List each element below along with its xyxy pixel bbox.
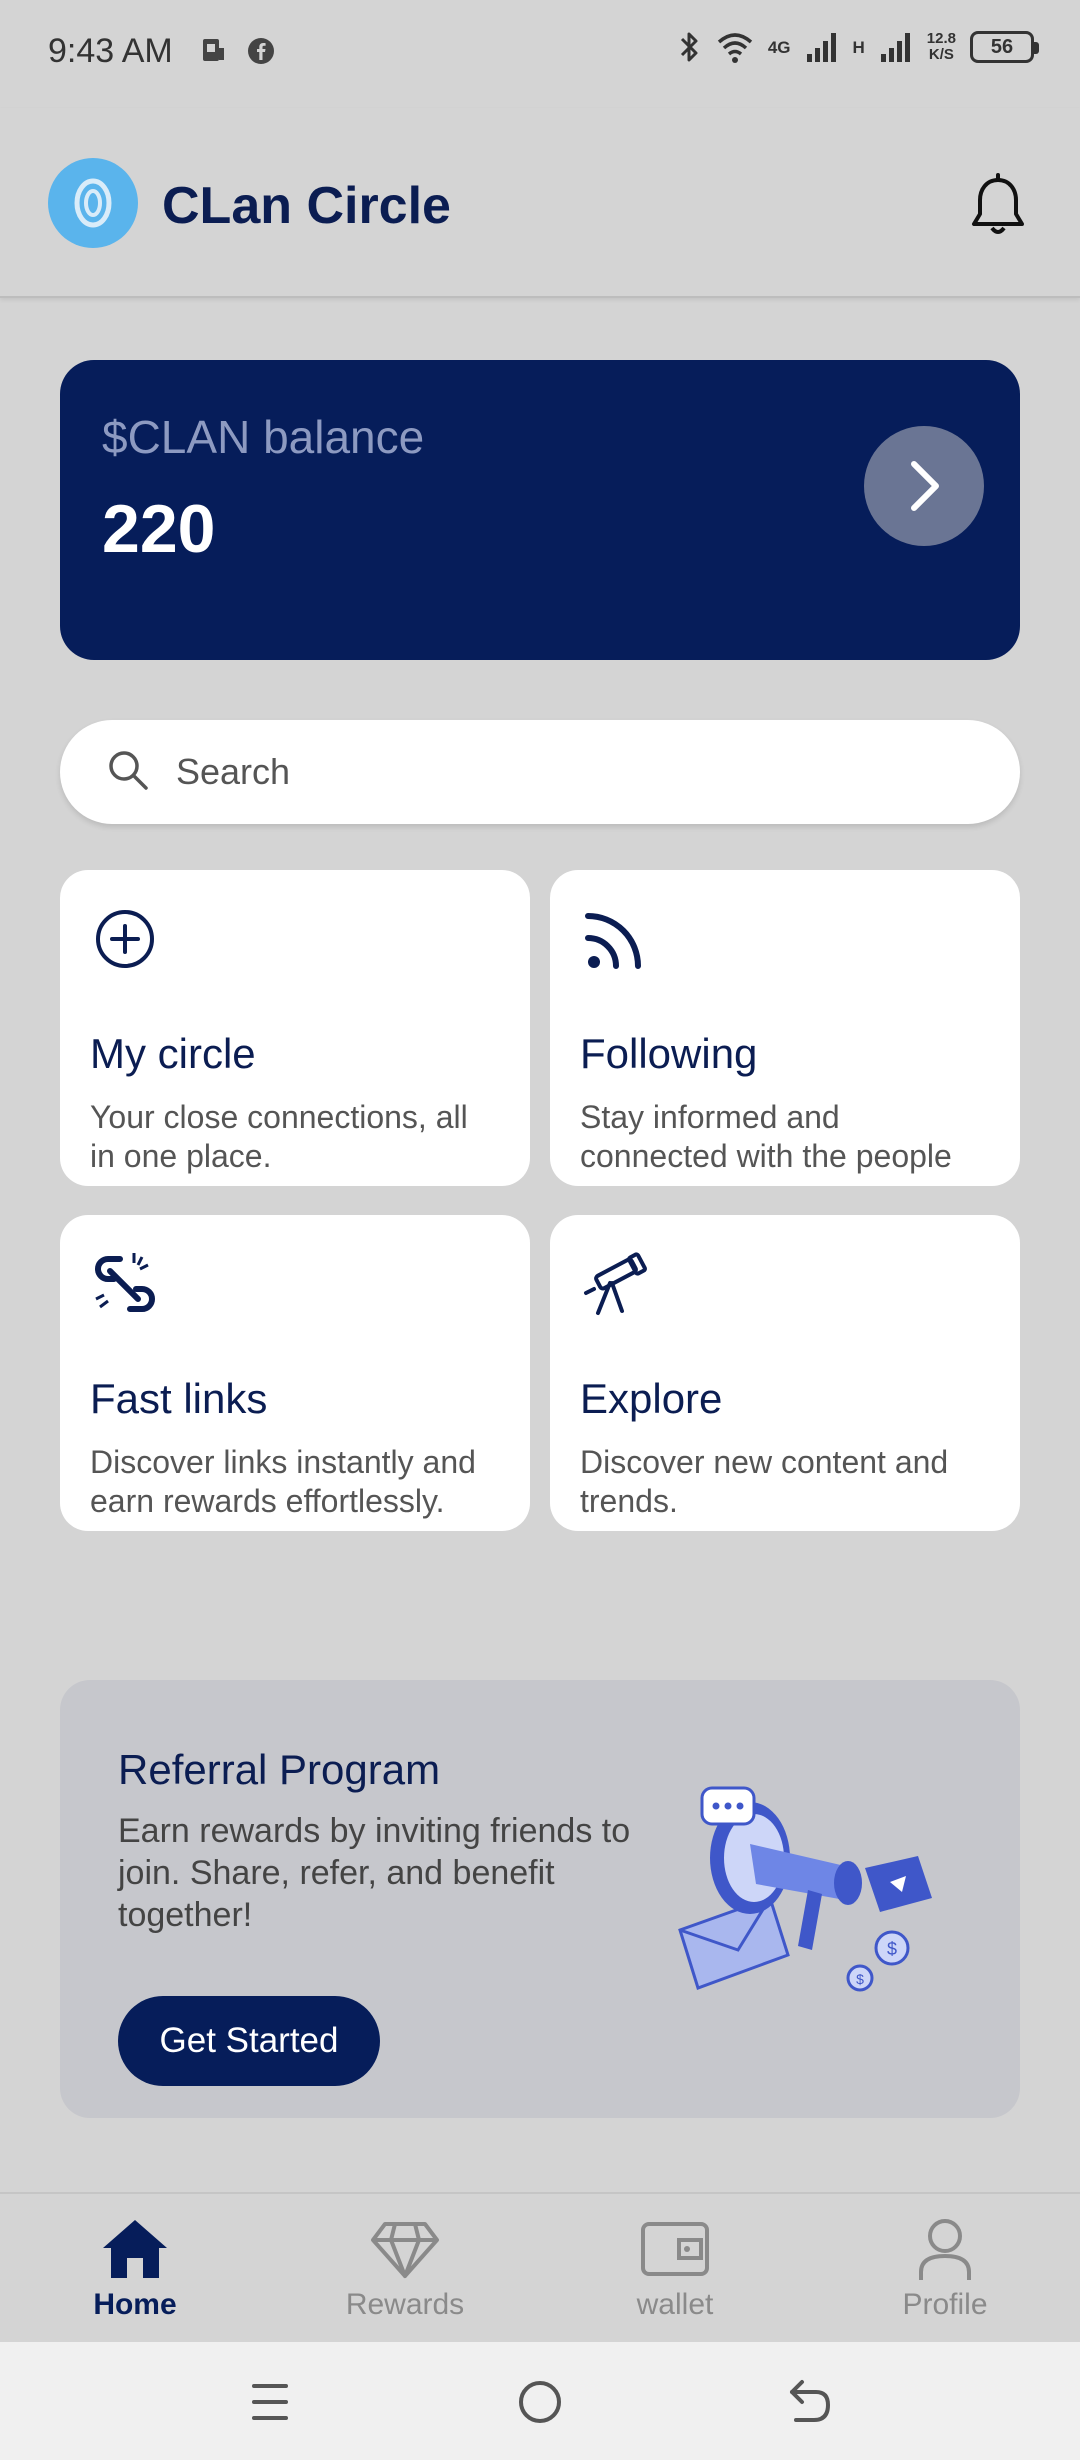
rss-icon [585,913,641,969]
app-logo [48,158,138,248]
status-notification-icons [198,36,276,66]
nav-label: Rewards [345,2288,465,2321]
home-icon [103,2220,167,2278]
chevron-right-icon [911,461,939,511]
wifi-icon [717,33,752,63]
sim-icon [203,39,224,61]
svg-text:$: $ [887,1939,897,1959]
nav-item-wallet[interactable]: wallet [575,2216,775,2336]
nav-label: Home [93,2288,177,2321]
system-navigation-bar [0,2342,1080,2460]
nav-label: Profile [902,2288,988,2321]
tile-description: Your close connections, all in one place… [90,1099,468,1174]
tile-description: Discover links instantly and earn reward… [90,1444,476,1519]
logo-rings-icon [74,178,112,228]
referral-description: Earn rewards by inviting friends to join… [118,1812,631,1934]
tile-title: Following [580,1030,758,1077]
balance-label: $CLAN balance [102,411,425,463]
search-bar[interactable] [60,720,1020,824]
back-icon[interactable] [780,2372,840,2432]
tile-title: Explore [580,1375,723,1422]
tile-explore[interactable]: Explore Discover new content and trends. [550,1215,1020,1531]
get-started-button[interactable]: Get Started [118,1996,380,2086]
tile-title: Fast links [90,1375,268,1422]
svg-text:$: $ [856,1971,864,1987]
bluetooth-icon [680,32,698,62]
signal-icon [806,33,836,62]
balance-value: 220 [102,491,216,567]
referral-title: Referral Program [118,1746,441,1793]
battery-indicator: 56 [970,31,1039,63]
balance-arrow-button[interactable] [864,426,984,546]
plus-circle-icon [96,910,154,968]
nav-item-rewards[interactable]: Rewards [305,2216,505,2336]
app-title: CLan Circle [162,177,451,235]
signal-icon-2 [880,33,910,62]
status-time: 9:43 AM [48,32,173,70]
network-h-label: H [852,37,865,57]
status-system-icons: 4G H 12.8 K/S 56 [676,30,1039,64]
tile-my-circle[interactable]: My circle Your close connections, all in… [60,870,530,1186]
search-icon [109,751,148,790]
tile-title: My circle [90,1030,256,1077]
tile-description: Stay informed and connected with the peo… [580,1099,952,1174]
search-input[interactable] [176,742,956,802]
app-header: CLan Circle [0,108,1080,298]
tile-description: Discover new content and trends. [580,1444,949,1519]
tile-following[interactable]: Following Stay informed and connected wi… [550,870,1020,1186]
recent-apps-icon[interactable] [240,2372,300,2432]
megaphone-illustration-icon: $ $ [678,1786,932,1992]
referral-card: Referral Program Earn rewards by invitin… [60,1680,1020,2118]
nav-label: wallet [636,2288,714,2321]
network-4g-label: 4G [767,37,791,57]
telescope-icon [584,1252,647,1315]
balance-card[interactable]: $CLAN balance 220 [60,360,1020,660]
facebook-icon [248,38,274,64]
home-button-icon[interactable] [510,2372,570,2432]
nav-item-home[interactable]: Home [35,2216,235,2336]
bottom-navigation: Home Rewards wallet Profile [0,2192,1080,2342]
nav-item-profile[interactable]: Profile [845,2216,1045,2336]
network-speed: 12.8 K/S [926,30,956,63]
tile-fast-links[interactable]: Fast links Discover links instantly and … [60,1215,530,1531]
status-bar: 9:43 AM 4G H 12.8 K/S 56 [0,0,1080,108]
wallet-icon [641,2222,709,2276]
diamond-icon [371,2222,439,2278]
notification-bell-icon[interactable] [966,172,1030,242]
user-icon [919,2219,971,2280]
broken-link-icon [95,1253,155,1312]
